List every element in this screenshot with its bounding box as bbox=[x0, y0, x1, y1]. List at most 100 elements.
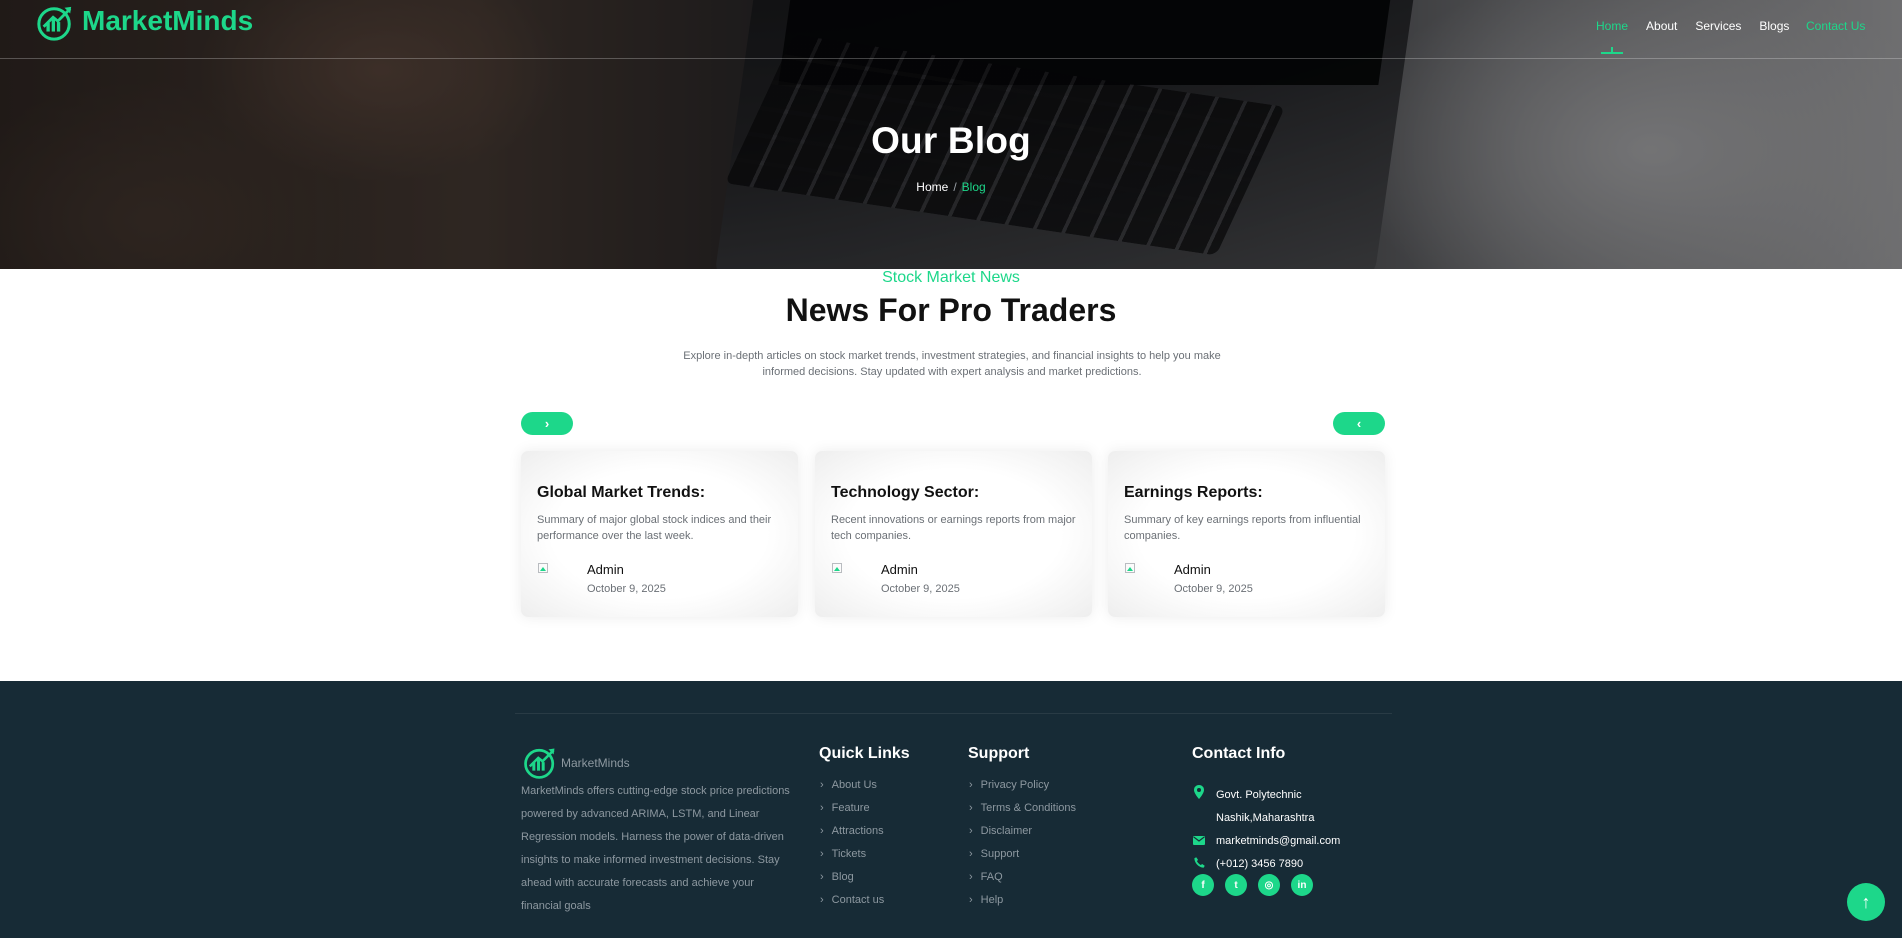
chevron-right-icon: › bbox=[969, 802, 973, 814]
nav-item-blogs[interactable]: Blogs bbox=[1759, 19, 1789, 33]
footer-brand-name: MarketMinds bbox=[561, 756, 630, 770]
breadcrumb-home-link[interactable]: Home bbox=[916, 180, 948, 194]
quick-link-item[interactable]: › Feature bbox=[820, 801, 884, 824]
blog-card[interactable]: Technology Sector: Recent innovations or… bbox=[815, 451, 1092, 617]
twitter-icon[interactable]: t bbox=[1225, 874, 1247, 896]
chevron-right-icon: › bbox=[820, 848, 824, 860]
chevron-right-icon: › bbox=[820, 825, 824, 837]
support-link-label: Help bbox=[980, 894, 1004, 906]
quick-link-label: About Us bbox=[831, 779, 877, 791]
email-link[interactable]: marketminds@gmail.com bbox=[1216, 830, 1340, 853]
quick-links-heading: Quick Links bbox=[819, 745, 910, 762]
support-heading: Support bbox=[968, 745, 1030, 762]
main-menu: Home About Services Blogs bbox=[1596, 19, 1807, 54]
quick-link-item[interactable]: › Tickets bbox=[820, 847, 884, 870]
arrow-up-icon: ↑ bbox=[1861, 891, 1871, 912]
map-pin-icon bbox=[1192, 784, 1206, 830]
blog-carousel: Global Market Trends: Summary of major g… bbox=[521, 451, 1385, 617]
site-footer: MarketMinds MarketMinds offers cutting-e… bbox=[0, 681, 1902, 938]
contact-address: Govt. Polytechnic Nashik,Maharashtra bbox=[1192, 784, 1314, 830]
address-line-2: Nashik,Maharashtra bbox=[1216, 812, 1315, 824]
blog-card[interactable]: Global Market Trends: Summary of major g… bbox=[521, 451, 798, 617]
chevron-right-icon: › bbox=[820, 871, 824, 883]
quick-link-label: Tickets bbox=[831, 848, 867, 860]
support-link-item[interactable]: › Privacy Policy bbox=[969, 778, 1076, 801]
top-navbar: MarketMinds Home About Services Blogs Co… bbox=[0, 0, 1902, 59]
support-link-label: Support bbox=[980, 848, 1020, 860]
address-line-1: Govt. Polytechnic bbox=[1216, 789, 1302, 801]
section-title: News For Pro Traders bbox=[785, 292, 1117, 328]
card-title[interactable]: Technology Sector: bbox=[831, 484, 979, 502]
card-author: Admin bbox=[1174, 562, 1211, 577]
nav-item-about[interactable]: About bbox=[1646, 19, 1677, 33]
broken-image-icon bbox=[832, 563, 842, 573]
page-title: Our Blog bbox=[871, 120, 1031, 161]
card-date: October 9, 2025 bbox=[881, 583, 960, 595]
carousel-prev-button[interactable]: ‹ bbox=[1333, 412, 1385, 435]
footer-brand[interactable]: MarketMinds bbox=[523, 746, 630, 780]
quick-link-label: Blog bbox=[831, 871, 854, 883]
quick-link-label: Contact us bbox=[831, 894, 885, 906]
support-link-item[interactable]: › Terms & Conditions bbox=[969, 801, 1076, 824]
card-date: October 9, 2025 bbox=[587, 583, 666, 595]
breadcrumb: Home / Blog bbox=[0, 180, 1902, 194]
footer-divider bbox=[515, 713, 1392, 714]
facebook-icon[interactable]: f bbox=[1192, 874, 1214, 896]
card-summary: Summary of major global stock indices an… bbox=[537, 514, 772, 542]
chevron-right-icon: › bbox=[820, 802, 824, 814]
phone-number[interactable]: (+012) 3456 7890 bbox=[1216, 853, 1303, 876]
quick-link-item[interactable]: › Contact us bbox=[820, 893, 884, 916]
support-link-label: FAQ bbox=[980, 871, 1003, 883]
phone-icon bbox=[1192, 853, 1206, 876]
card-author: Admin bbox=[587, 562, 624, 577]
nav-item-services[interactable]: Services bbox=[1695, 19, 1741, 33]
social-links: f t ◎ in bbox=[1192, 874, 1324, 896]
blog-card[interactable]: Earnings Reports: Summary of key earning… bbox=[1108, 451, 1385, 617]
section-description: Explore in-depth articles on stock marke… bbox=[683, 350, 1221, 378]
support-link-item[interactable]: › Help bbox=[969, 893, 1076, 916]
card-title[interactable]: Global Market Trends: bbox=[537, 484, 705, 502]
chevron-right-icon: › bbox=[969, 825, 973, 837]
chevron-right-icon: › bbox=[969, 894, 973, 906]
brand-name: MarketMinds bbox=[82, 5, 254, 36]
support-link-label: Privacy Policy bbox=[980, 779, 1050, 791]
linkedin-icon[interactable]: in bbox=[1291, 874, 1313, 896]
card-summary: Summary of key earnings reports from inf… bbox=[1124, 514, 1361, 542]
chevron-right-icon: › bbox=[969, 779, 973, 791]
logo-chart-icon bbox=[524, 748, 555, 779]
envelope-icon bbox=[1192, 830, 1206, 853]
footer-description: MarketMinds offers cutting-edge stock pr… bbox=[521, 785, 790, 912]
instagram-icon[interactable]: ◎ bbox=[1258, 874, 1280, 896]
card-title[interactable]: Earnings Reports: bbox=[1124, 484, 1263, 502]
breadcrumb-current: Blog bbox=[961, 180, 986, 194]
section-eyebrow: Stock Market News bbox=[882, 269, 1020, 286]
breadcrumb-separator: / bbox=[953, 180, 957, 194]
broken-image-icon bbox=[538, 563, 548, 573]
chevron-right-icon: › bbox=[820, 779, 824, 791]
broken-image-icon bbox=[1125, 563, 1135, 573]
quick-link-label: Attractions bbox=[831, 825, 884, 837]
back-to-top-button[interactable]: ↑ bbox=[1847, 883, 1885, 921]
support-link-item[interactable]: › Disclaimer bbox=[969, 824, 1076, 847]
chevron-right-icon: › bbox=[969, 871, 973, 883]
contact-us-button[interactable]: Contact Us bbox=[1806, 19, 1865, 33]
logo-chart-icon bbox=[37, 6, 72, 41]
chevron-left-icon: ‹ bbox=[1356, 416, 1362, 431]
support-link-item[interactable]: › Support bbox=[969, 847, 1076, 870]
contact-info-heading: Contact Info bbox=[1192, 745, 1286, 762]
nav-item-home[interactable]: Home bbox=[1596, 19, 1628, 54]
support-list: › Privacy Policy › Terms & Conditions › Dis… bbox=[969, 778, 1076, 916]
support-link-label: Disclaimer bbox=[980, 825, 1033, 837]
quick-link-item[interactable]: › Blog bbox=[820, 870, 884, 893]
contact-phone[interactable]: (+012) 3456 7890 bbox=[1192, 853, 1303, 876]
brand-logo[interactable]: MarketMinds bbox=[36, 4, 253, 42]
support-link-label: Terms & Conditions bbox=[980, 802, 1077, 814]
contact-email[interactable]: marketminds@gmail.com bbox=[1192, 830, 1340, 853]
quick-link-item[interactable]: › Attractions bbox=[820, 824, 884, 847]
quick-links-list: › About Us › Feature › Attractions › Tickets… bbox=[820, 778, 884, 916]
chevron-right-icon: › bbox=[544, 416, 550, 431]
support-link-item[interactable]: › FAQ bbox=[969, 870, 1076, 893]
quick-link-item[interactable]: › About Us bbox=[820, 778, 884, 801]
carousel-next-button[interactable]: › bbox=[521, 412, 573, 435]
chevron-right-icon: › bbox=[969, 848, 973, 860]
